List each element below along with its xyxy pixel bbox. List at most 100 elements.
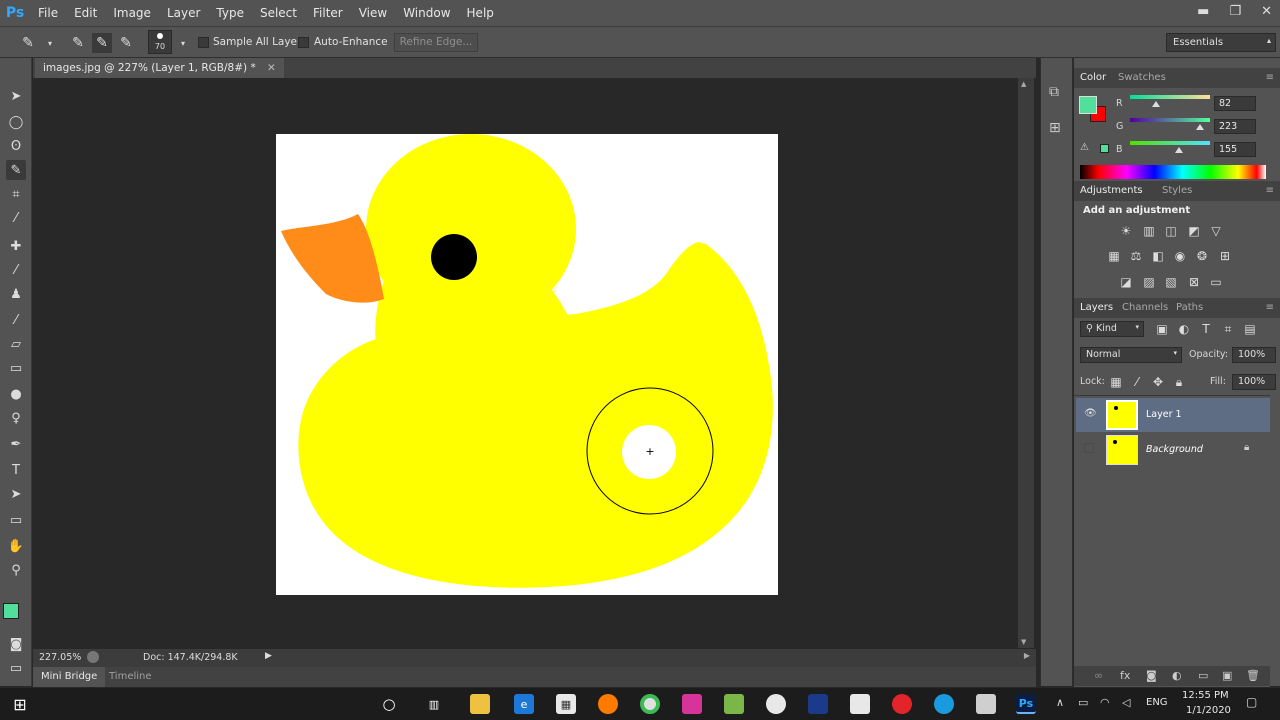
app-globe-icon[interactable] xyxy=(766,694,786,714)
preset-dropdown-icon[interactable]: ▾ xyxy=(40,33,60,53)
menu-edit[interactable]: Edit xyxy=(66,6,105,20)
brush-dropdown-icon[interactable]: ▾ xyxy=(173,33,193,53)
task-view-icon[interactable]: ▥ xyxy=(424,694,444,714)
selective-color-icon[interactable]: ⊠ xyxy=(1186,274,1202,290)
layer-name[interactable]: Background xyxy=(1146,444,1203,455)
document-image[interactable]: + xyxy=(276,134,778,595)
menu-filter[interactable]: Filter xyxy=(305,6,351,20)
layer-filter-dropdown[interactable]: ⚲ Kind ▾ xyxy=(1080,321,1144,337)
zoom-level[interactable]: 227.05% xyxy=(39,652,81,663)
panel-menu-icon[interactable]: ≡ xyxy=(1266,302,1274,313)
eye-icon[interactable]: 👁︎ xyxy=(1084,408,1097,419)
gamut-swatch[interactable] xyxy=(1100,144,1109,153)
tab-channels[interactable]: Channels xyxy=(1122,302,1168,313)
levels-icon[interactable]: ▥ xyxy=(1141,223,1157,239)
menu-window[interactable]: Window xyxy=(395,6,458,20)
layer-name[interactable]: Layer 1 xyxy=(1146,409,1182,420)
invert-icon[interactable]: ◪ xyxy=(1118,274,1134,290)
lock-transparent-icon[interactable]: ▦ xyxy=(1108,374,1124,390)
clock-time[interactable]: 12:55 PM xyxy=(1182,690,1229,701)
menu-layer[interactable]: Layer xyxy=(159,6,208,20)
rectangle-tool-icon[interactable]: ▭ xyxy=(6,510,26,530)
green-slider-track[interactable] xyxy=(1130,118,1210,122)
status-menu-arrow-icon[interactable]: ▶ xyxy=(265,651,272,661)
notifications-icon[interactable]: ▢ xyxy=(1246,695,1257,709)
color-lookup-icon[interactable]: ⊞ xyxy=(1217,248,1233,264)
fill-field[interactable]: 100% xyxy=(1232,374,1276,390)
type-tool-icon[interactable]: T xyxy=(6,460,26,480)
clone-stamp-tool-icon[interactable]: ♟ xyxy=(6,284,26,304)
auto-enhance-checkbox[interactable] xyxy=(298,37,309,48)
photo-filter-icon[interactable]: ◉ xyxy=(1172,248,1188,264)
scroll-right-icon[interactable]: ▶ xyxy=(1024,651,1030,660)
app-cyan-icon[interactable] xyxy=(934,694,954,714)
crop-tool-icon[interactable]: ⌗ xyxy=(6,184,26,204)
path-selection-tool-icon[interactable]: ➤ xyxy=(6,484,26,504)
add-to-selection-icon[interactable]: ✎ xyxy=(92,33,112,53)
blue-slider-thumb[interactable] xyxy=(1174,147,1183,153)
store-icon[interactable]: ▦ xyxy=(556,694,576,714)
menu-select[interactable]: Select xyxy=(252,6,305,20)
filter-smart-object-icon[interactable]: ▤ xyxy=(1242,321,1258,337)
close-icon[interactable]: ✕ xyxy=(1261,4,1272,19)
tab-mini-bridge[interactable]: Mini Bridge xyxy=(33,667,106,687)
black-white-icon[interactable]: ◧ xyxy=(1150,248,1166,264)
firefox-icon[interactable] xyxy=(598,694,618,714)
notepad-icon[interactable] xyxy=(724,694,744,714)
volume-icon[interactable]: ◁ xyxy=(1122,696,1130,709)
battery-icon[interactable]: ▭ xyxy=(1078,696,1088,709)
channel-mixer-icon[interactable]: ❂ xyxy=(1194,248,1210,264)
scroll-down-icon[interactable]: ▼ xyxy=(1021,638,1026,646)
color-foreground-swatch[interactable] xyxy=(1079,96,1097,114)
windows-start-icon[interactable]: ⊞ xyxy=(10,694,30,714)
opera-icon[interactable] xyxy=(892,694,912,714)
close-document-icon[interactable]: ✕ xyxy=(267,62,276,74)
scroll-up-icon[interactable]: ▲ xyxy=(1021,80,1026,88)
panel-menu-icon[interactable]: ≡ xyxy=(1266,185,1274,196)
cortana-search-icon[interactable]: ○ xyxy=(379,694,399,714)
photoshop-taskbar-icon[interactable]: Ps xyxy=(1016,694,1036,714)
color-spectrum-ramp[interactable] xyxy=(1080,165,1266,179)
quick-mask-icon[interactable]: ◙ xyxy=(6,634,26,654)
exposure-icon[interactable]: ◩ xyxy=(1186,223,1202,239)
vertical-scrollbar[interactable]: ▲ ▼ xyxy=(1018,78,1034,648)
panel-menu-icon[interactable]: ≡ xyxy=(1266,72,1274,83)
red-value-field[interactable]: 82 xyxy=(1214,96,1256,111)
tray-chevron-up-icon[interactable]: ∧ xyxy=(1056,696,1064,709)
lasso-tool-icon[interactable]: ʘ xyxy=(6,136,26,156)
refine-edge-button[interactable]: Refine Edge... xyxy=(394,33,478,52)
red-slider-track[interactable] xyxy=(1130,95,1210,99)
green-slider-thumb[interactable] xyxy=(1195,124,1204,130)
delete-layer-icon[interactable]: 🗑︎ xyxy=(1246,669,1260,682)
chrome-icon[interactable] xyxy=(640,694,660,714)
wifi-icon[interactable]: ◠ xyxy=(1100,696,1110,709)
language-indicator[interactable]: ENG xyxy=(1146,697,1168,708)
properties-panel-icon[interactable]: ⊞ xyxy=(1049,120,1061,136)
quick-selection-tool-icon[interactable]: ✎ xyxy=(6,160,26,180)
tab-timeline[interactable]: Timeline xyxy=(109,671,152,682)
new-adjustment-layer-icon[interactable]: ◐ xyxy=(1172,669,1182,682)
filter-type-icon[interactable]: T xyxy=(1198,321,1214,337)
tab-color[interactable]: Color xyxy=(1080,72,1106,83)
lock-all-icon[interactable]: 🔒︎ xyxy=(1171,374,1187,390)
eraser-tool-icon[interactable]: ▱ xyxy=(6,334,26,354)
tab-layers[interactable]: Layers xyxy=(1080,302,1113,313)
opacity-field[interactable]: 100% xyxy=(1232,347,1276,363)
restore-icon[interactable]: ❐ xyxy=(1229,4,1241,19)
filter-pixel-icon[interactable]: ▣ xyxy=(1154,321,1170,337)
app-grey-icon[interactable] xyxy=(976,694,996,714)
minimize-icon[interactable]: ▬ xyxy=(1197,4,1209,19)
visibility-toggle[interactable] xyxy=(1084,443,1094,453)
foreground-color-swatch[interactable] xyxy=(3,603,19,619)
brush-tool-icon[interactable]: ⁄ xyxy=(6,260,26,280)
menu-image[interactable]: Image xyxy=(105,6,159,20)
menu-file[interactable]: File xyxy=(30,6,66,20)
hand-tool-icon[interactable]: ✋ xyxy=(6,536,26,556)
screen-mode-icon[interactable]: ▭ xyxy=(6,658,26,678)
history-brush-tool-icon[interactable]: ⁄ xyxy=(6,310,26,330)
new-layer-icon[interactable]: ▣ xyxy=(1222,669,1232,682)
tab-paths[interactable]: Paths xyxy=(1176,302,1203,313)
gradient-map-icon[interactable]: ▭ xyxy=(1208,274,1224,290)
brightness-contrast-icon[interactable]: ☀ xyxy=(1118,223,1134,239)
lock-pixels-icon[interactable]: ⁄ xyxy=(1129,374,1145,390)
